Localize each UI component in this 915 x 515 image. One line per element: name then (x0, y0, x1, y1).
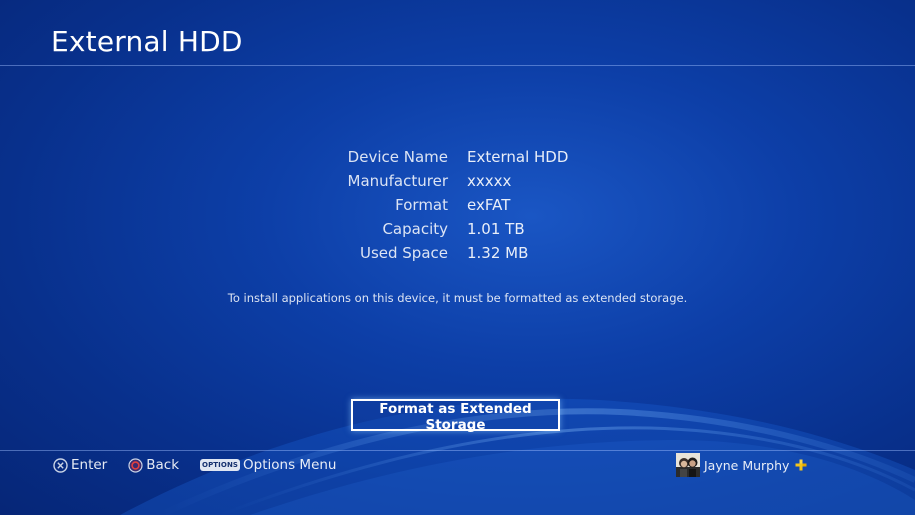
playstation-plus-icon (795, 459, 807, 471)
hint-options-label: Options Menu (243, 457, 337, 473)
format-notice: To install applications on this device, … (227, 291, 688, 305)
info-label: Manufacturer (347, 172, 449, 190)
info-value: 1.32 MB (467, 244, 529, 262)
info-row-manufacturer: Manufacturer xxxxx (320, 169, 620, 193)
hint-enter[interactable]: Enter (53, 457, 107, 473)
user-profile[interactable]: Jayne Murphy (676, 453, 807, 477)
user-name: Jayne Murphy (704, 457, 790, 473)
info-value: 1.01 TB (467, 220, 525, 238)
button-hint-bar: Enter Back OPTIONS Options Menu (53, 455, 358, 475)
device-info-table: Device Name External HDD Manufacturer xx… (320, 145, 620, 265)
bottom-divider (0, 450, 915, 451)
info-value: External HDD (467, 148, 569, 166)
info-label: Used Space (359, 244, 448, 262)
info-label: Device Name (347, 148, 448, 166)
hint-back[interactable]: Back (128, 457, 179, 473)
hint-enter-label: Enter (71, 457, 108, 473)
info-row-format: Format exFAT (320, 193, 620, 217)
info-value: exFAT (467, 196, 511, 214)
info-label: Format (395, 196, 448, 214)
title-divider (0, 65, 915, 66)
hint-back-label: Back (146, 457, 180, 473)
info-row-capacity: Capacity 1.01 TB (320, 217, 620, 241)
ps4-external-hdd-screen: External HDD Device Name External HDD Ma… (0, 0, 915, 515)
info-row-used-space: Used Space 1.32 MB (320, 241, 620, 265)
cross-button-icon (53, 457, 68, 473)
info-value: xxxxx (467, 172, 512, 190)
page-title: External HDD (51, 25, 243, 58)
options-button-icon: OPTIONS (200, 459, 241, 471)
hint-options[interactable]: OPTIONS Options Menu (200, 457, 337, 473)
info-label: Capacity (382, 220, 448, 238)
circle-button-icon (128, 457, 143, 473)
format-extended-storage-button[interactable]: Format as Extended Storage (351, 399, 560, 433)
info-row-device-name: Device Name External HDD (320, 145, 620, 169)
avatar (676, 453, 700, 477)
